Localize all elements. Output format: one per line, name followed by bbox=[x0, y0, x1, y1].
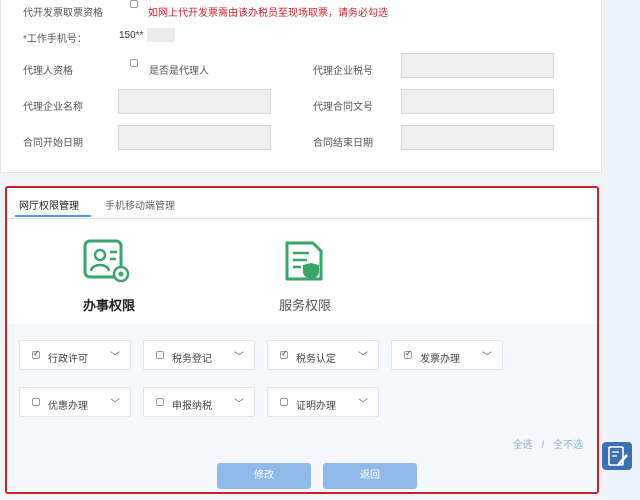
permission-item-label: 发票办理 bbox=[420, 354, 460, 365]
back-button[interactable]: 返回 bbox=[323, 463, 417, 489]
tab-web-hall-permissions[interactable]: 网厅权限管理 bbox=[19, 197, 79, 212]
is-agent-label: 是否是代理人 bbox=[149, 66, 209, 77]
contract-end-date-label: 合同结束日期 bbox=[313, 138, 373, 149]
business-permission-icon[interactable] bbox=[83, 239, 131, 283]
permission-dropdown-invoice-handling[interactable]: 发票办理 ﹀ bbox=[391, 340, 503, 370]
invoice-warning-text: 如网上代开发票需由该办税员至现场取票，请务必勾选 bbox=[148, 8, 388, 19]
permission-checkbox[interactable] bbox=[32, 398, 40, 406]
agent-contract-number-label: 代理合同文号 bbox=[313, 102, 373, 113]
agent-tax-number-input[interactable] bbox=[401, 53, 554, 78]
permission-tabs: 网厅权限管理 手机移动端管理 bbox=[7, 188, 597, 219]
permission-dropdown-admin-license[interactable]: 行政许可 ﹀ bbox=[19, 340, 131, 370]
chevron-down-icon[interactable]: ﹀ bbox=[110, 348, 120, 363]
permission-item-label: 优惠办理 bbox=[48, 401, 88, 412]
work-phone-value: 150** bbox=[119, 30, 144, 41]
agent-contract-number-input[interactable] bbox=[401, 89, 554, 114]
edit-note-icon bbox=[608, 446, 628, 466]
permission-item-label: 行政许可 bbox=[48, 354, 88, 365]
permission-item-label: 税务登记 bbox=[172, 354, 212, 365]
permission-dropdown-tax-declaration[interactable]: 申报纳税 ﹀ bbox=[143, 387, 255, 417]
permission-dropdown-certificate[interactable]: 证明办理 ﹀ bbox=[267, 387, 379, 417]
permission-checkbox-checked[interactable] bbox=[280, 349, 288, 359]
chevron-down-icon[interactable]: ﹀ bbox=[358, 348, 368, 363]
permission-item-label: 证明办理 bbox=[296, 401, 336, 412]
agent-qualification-label: 代理人资格 bbox=[23, 66, 73, 77]
contract-start-date-input[interactable] bbox=[118, 125, 271, 150]
right-side-strip bbox=[608, 0, 640, 500]
permission-item-label: 申报纳税 bbox=[172, 401, 212, 412]
active-tab-indicator bbox=[15, 215, 91, 217]
chevron-down-icon[interactable]: ﹀ bbox=[110, 395, 120, 410]
phone-redaction-blur bbox=[147, 28, 175, 42]
permission-checkbox[interactable] bbox=[156, 398, 164, 406]
modify-button[interactable]: 修改 bbox=[217, 463, 311, 489]
permission-checkbox[interactable] bbox=[156, 351, 164, 359]
permission-dropdown-preferential[interactable]: 优惠办理 ﹀ bbox=[19, 387, 131, 417]
business-permission-label[interactable]: 办事权限 bbox=[81, 295, 137, 314]
agent-info-form: 代开发票取票资格 如网上代开发票需由该办税员至现场取票，请务必勾选 *工作手机号… bbox=[0, 0, 602, 173]
permission-checkbox-checked[interactable] bbox=[404, 349, 412, 359]
select-links: 全选 / 全不选 bbox=[513, 436, 583, 451]
tab-mobile-management[interactable]: 手机移动端管理 bbox=[105, 197, 175, 212]
permission-item-label: 税务认定 bbox=[296, 354, 336, 365]
permission-dropdown-tax-registration[interactable]: 税务登记 ﹀ bbox=[143, 340, 255, 370]
chevron-down-icon[interactable]: ﹀ bbox=[234, 348, 244, 363]
permissions-panel: 网厅权限管理 手机移动端管理 办事权限 服务权限 行政许可 ﹀ 税务登记 ﹀ 税… bbox=[5, 186, 599, 494]
permission-checkbox[interactable] bbox=[280, 398, 288, 406]
service-permission-icon[interactable] bbox=[283, 239, 327, 283]
chevron-down-icon[interactable]: ﹀ bbox=[358, 395, 368, 410]
permission-checkbox-checked[interactable] bbox=[32, 349, 40, 359]
chevron-down-icon[interactable]: ﹀ bbox=[482, 348, 492, 363]
invoice-qualification-checkbox[interactable] bbox=[130, 0, 138, 8]
contract-end-date-input[interactable] bbox=[401, 125, 554, 150]
chevron-down-icon[interactable]: ﹀ bbox=[234, 395, 244, 410]
permission-dropdown-tax-recognition[interactable]: 税务认定 ﹀ bbox=[267, 340, 379, 370]
work-phone-label: *工作手机号： bbox=[23, 34, 87, 45]
is-agent-checkbox[interactable] bbox=[130, 59, 138, 67]
agent-tax-number-label: 代理企业税号 bbox=[313, 66, 373, 77]
invoice-qualification-label: 代开发票取票资格 bbox=[23, 8, 103, 19]
select-all-link[interactable]: 全选 bbox=[513, 440, 533, 451]
select-separator: / bbox=[541, 440, 545, 451]
feedback-float-button[interactable] bbox=[602, 442, 632, 470]
deselect-all-link[interactable]: 全不选 bbox=[553, 440, 583, 451]
contract-start-date-label: 合同开始日期 bbox=[23, 138, 83, 149]
agent-company-name-label: 代理企业名称 bbox=[23, 102, 83, 113]
agent-company-name-input[interactable] bbox=[118, 89, 271, 114]
service-permission-label[interactable]: 服务权限 bbox=[277, 295, 333, 314]
